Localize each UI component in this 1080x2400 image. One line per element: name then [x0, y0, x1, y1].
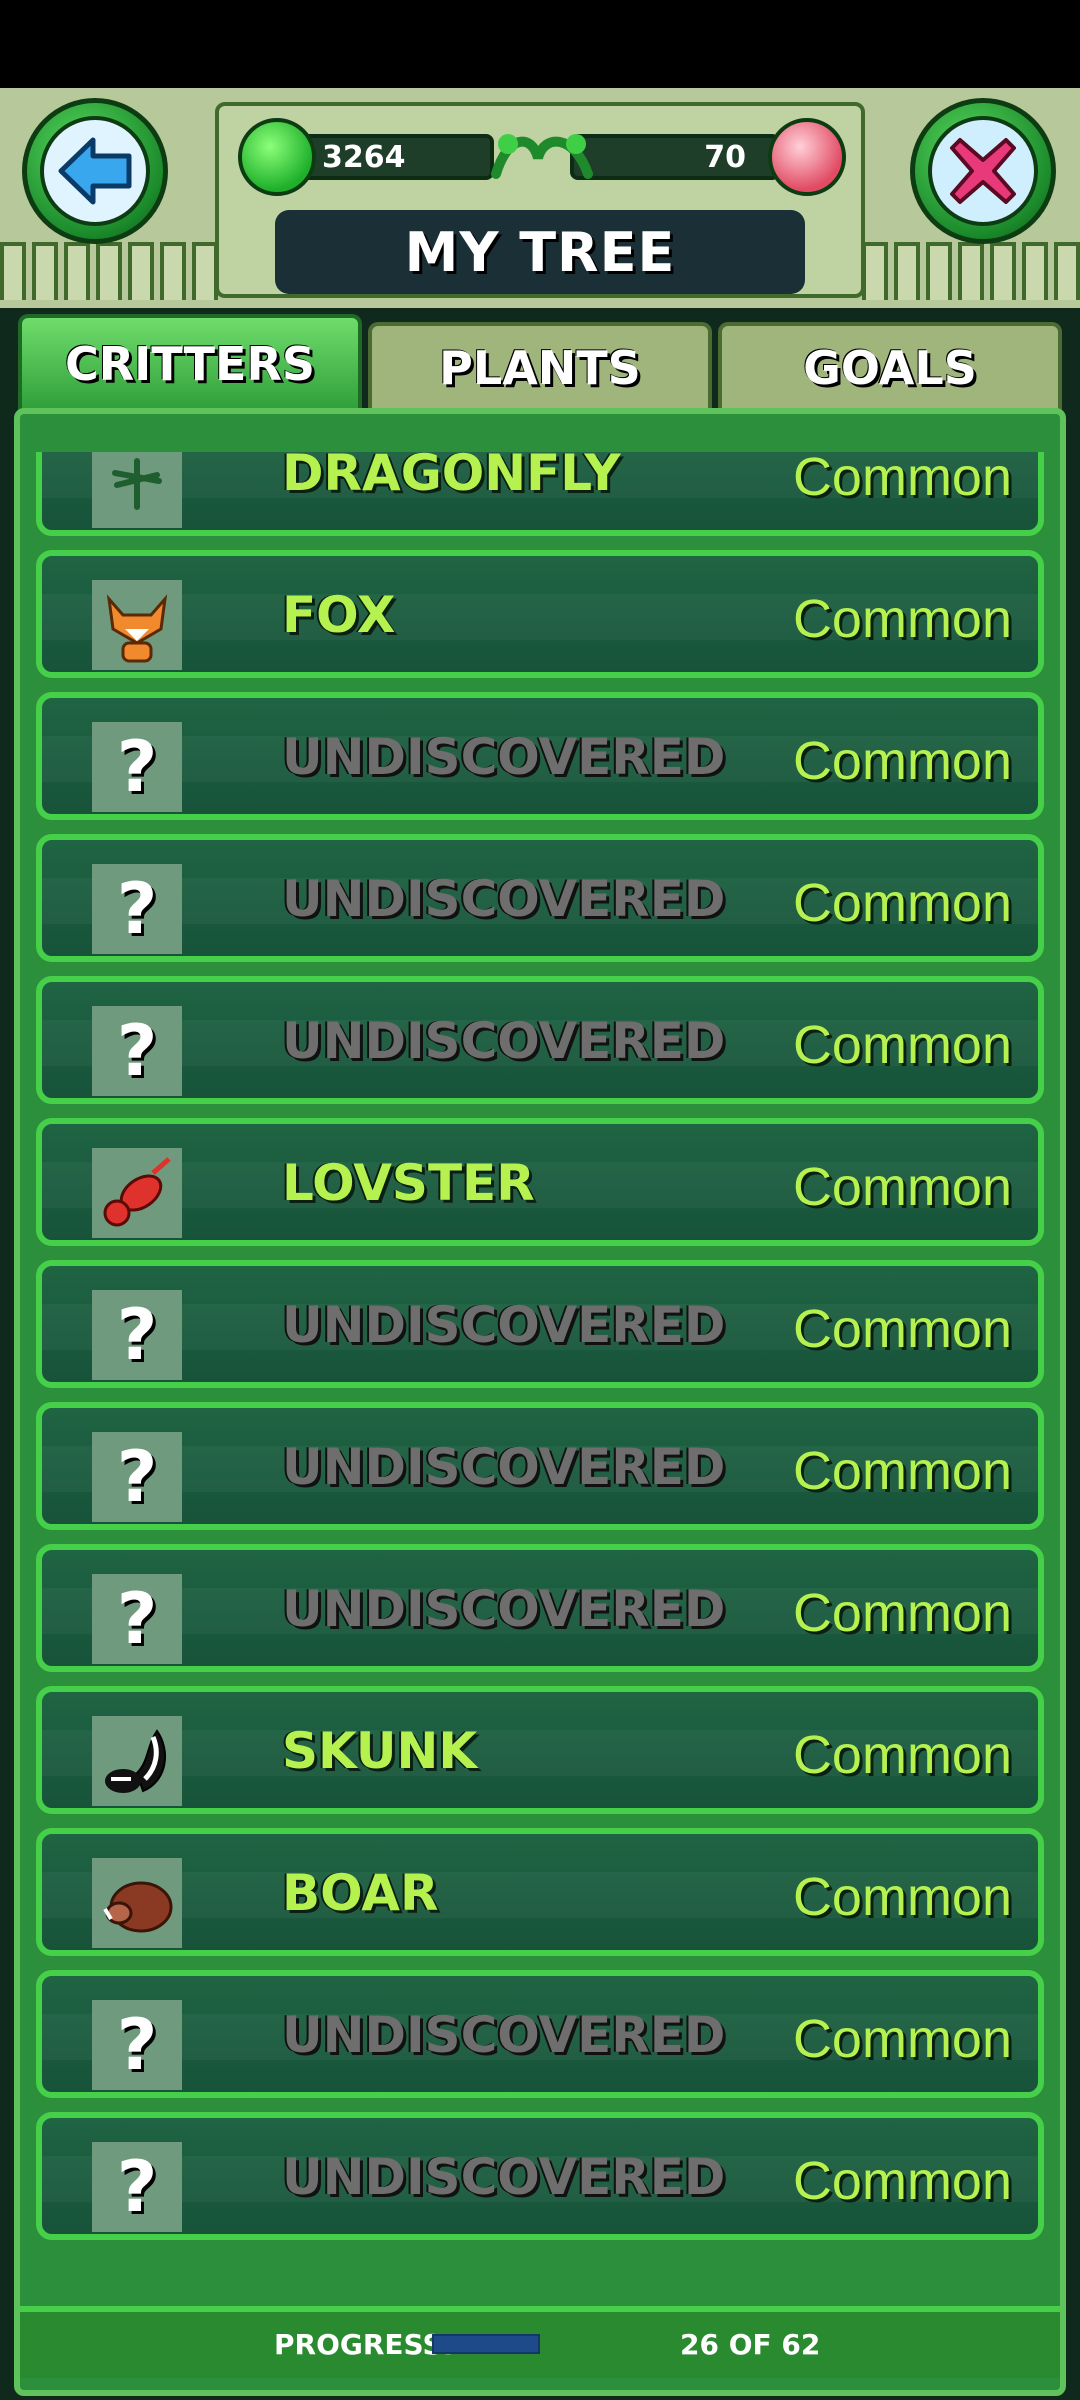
question-mark-icon: ?: [92, 1574, 182, 1664]
rarity-label: Common: [792, 1725, 1012, 1785]
rarity-label: Common: [792, 731, 1012, 791]
question-mark-icon: ?: [92, 722, 182, 812]
fence-left: [0, 242, 218, 300]
list-item-undiscovered[interactable]: ? UNDISCOVERED Common: [36, 1402, 1044, 1530]
progress-footer: PROGRESS: 26 OF 62: [20, 2306, 1060, 2378]
list-item-fox[interactable]: FOX Common: [36, 550, 1044, 678]
rarity-label: Common: [792, 1015, 1012, 1075]
critter-name: UNDISCOVERED: [282, 2006, 726, 2064]
question-mark-icon: ?: [92, 1432, 182, 1522]
critter-name: DRAGONFLY: [282, 452, 621, 502]
red-gem-counter: 70: [570, 134, 780, 180]
tab-plants[interactable]: PLANTS: [368, 322, 712, 410]
progress-label: PROGRESS:: [274, 2328, 454, 2361]
fence-right: [862, 242, 1080, 300]
green-gem-count: 3264: [322, 139, 406, 175]
critter-name: UNDISCOVERED: [282, 1438, 726, 1496]
tab-bar: CRITTERS PLANTS GOALS: [18, 314, 1062, 410]
critter-name: UNDISCOVERED: [282, 1012, 726, 1070]
progress-count: 26 OF 62: [680, 2328, 821, 2361]
close-x-icon: [950, 138, 1016, 204]
critter-name: UNDISCOVERED: [282, 2148, 726, 2206]
list-item-undiscovered[interactable]: ? UNDISCOVERED Common: [36, 2112, 1044, 2240]
tab-critters[interactable]: CRITTERS: [18, 314, 362, 410]
skunk-icon: [92, 1716, 182, 1806]
critter-name: FOX: [282, 586, 396, 644]
rarity-label: Common: [792, 1441, 1012, 1501]
page-title: MY TREE: [275, 210, 805, 294]
boar-icon: [92, 1858, 182, 1948]
red-gem-count: 70: [704, 139, 746, 175]
critter-name: UNDISCOVERED: [282, 1580, 726, 1638]
critter-name: SKUNK: [282, 1722, 478, 1780]
question-mark-icon: ?: [92, 1290, 182, 1380]
rarity-label: Common: [792, 873, 1012, 933]
rarity-label: Common: [792, 589, 1012, 649]
list-item-boar[interactable]: BOAR Common: [36, 1828, 1044, 1956]
green-gem-icon: [238, 118, 316, 196]
question-mark-icon: ?: [92, 864, 182, 954]
critter-name: LOVSTER: [282, 1154, 535, 1212]
back-button[interactable]: [22, 98, 168, 244]
arrow-left-icon: [58, 137, 132, 205]
rarity-label: Common: [792, 1157, 1012, 1217]
header: 3264 70 MY TREE: [0, 88, 1080, 308]
rarity-label: Common: [792, 2009, 1012, 2069]
lobster-icon: [92, 1148, 182, 1238]
close-button[interactable]: [910, 98, 1056, 244]
list-item-dragonfly[interactable]: DRAGONFLY Common: [36, 452, 1044, 536]
list-item-undiscovered[interactable]: ? UNDISCOVERED Common: [36, 1970, 1044, 2098]
rarity-label: Common: [792, 1299, 1012, 1359]
list-item-undiscovered[interactable]: ? UNDISCOVERED Common: [36, 692, 1044, 820]
list-item-undiscovered[interactable]: ? UNDISCOVERED Common: [36, 976, 1044, 1104]
critter-name: UNDISCOVERED: [282, 870, 726, 928]
critter-name: UNDISCOVERED: [282, 728, 726, 786]
list-item-undiscovered[interactable]: ? UNDISCOVERED Common: [36, 1544, 1044, 1672]
red-crystal-icon: [768, 118, 846, 196]
rarity-label: Common: [792, 1867, 1012, 1927]
critter-name: BOAR: [282, 1864, 439, 1922]
tab-goals[interactable]: GOALS: [718, 322, 1062, 410]
critter-name: UNDISCOVERED: [282, 1296, 726, 1354]
question-mark-icon: ?: [92, 2142, 182, 2232]
critter-list[interactable]: DRAGONFLY Common FOX Common ? UNDISCOVER…: [36, 452, 1044, 2288]
rarity-label: Common: [792, 2151, 1012, 2211]
progress-bar: [432, 2334, 540, 2354]
list-item-undiscovered[interactable]: ? UNDISCOVERED Common: [36, 1260, 1044, 1388]
question-mark-icon: ?: [92, 2000, 182, 2090]
list-item-skunk[interactable]: SKUNK Common: [36, 1686, 1044, 1814]
rarity-label: Common: [792, 452, 1012, 507]
rarity-label: Common: [792, 1583, 1012, 1643]
status-bar: [0, 0, 1080, 88]
list-item-undiscovered[interactable]: ? UNDISCOVERED Common: [36, 834, 1044, 962]
list-item-lovster[interactable]: LOVSTER Common: [36, 1118, 1044, 1246]
question-mark-icon: ?: [92, 1006, 182, 1096]
dragonfly-icon: [92, 452, 182, 528]
fox-icon: [92, 580, 182, 670]
leaf-ornament-icon: [491, 134, 593, 179]
